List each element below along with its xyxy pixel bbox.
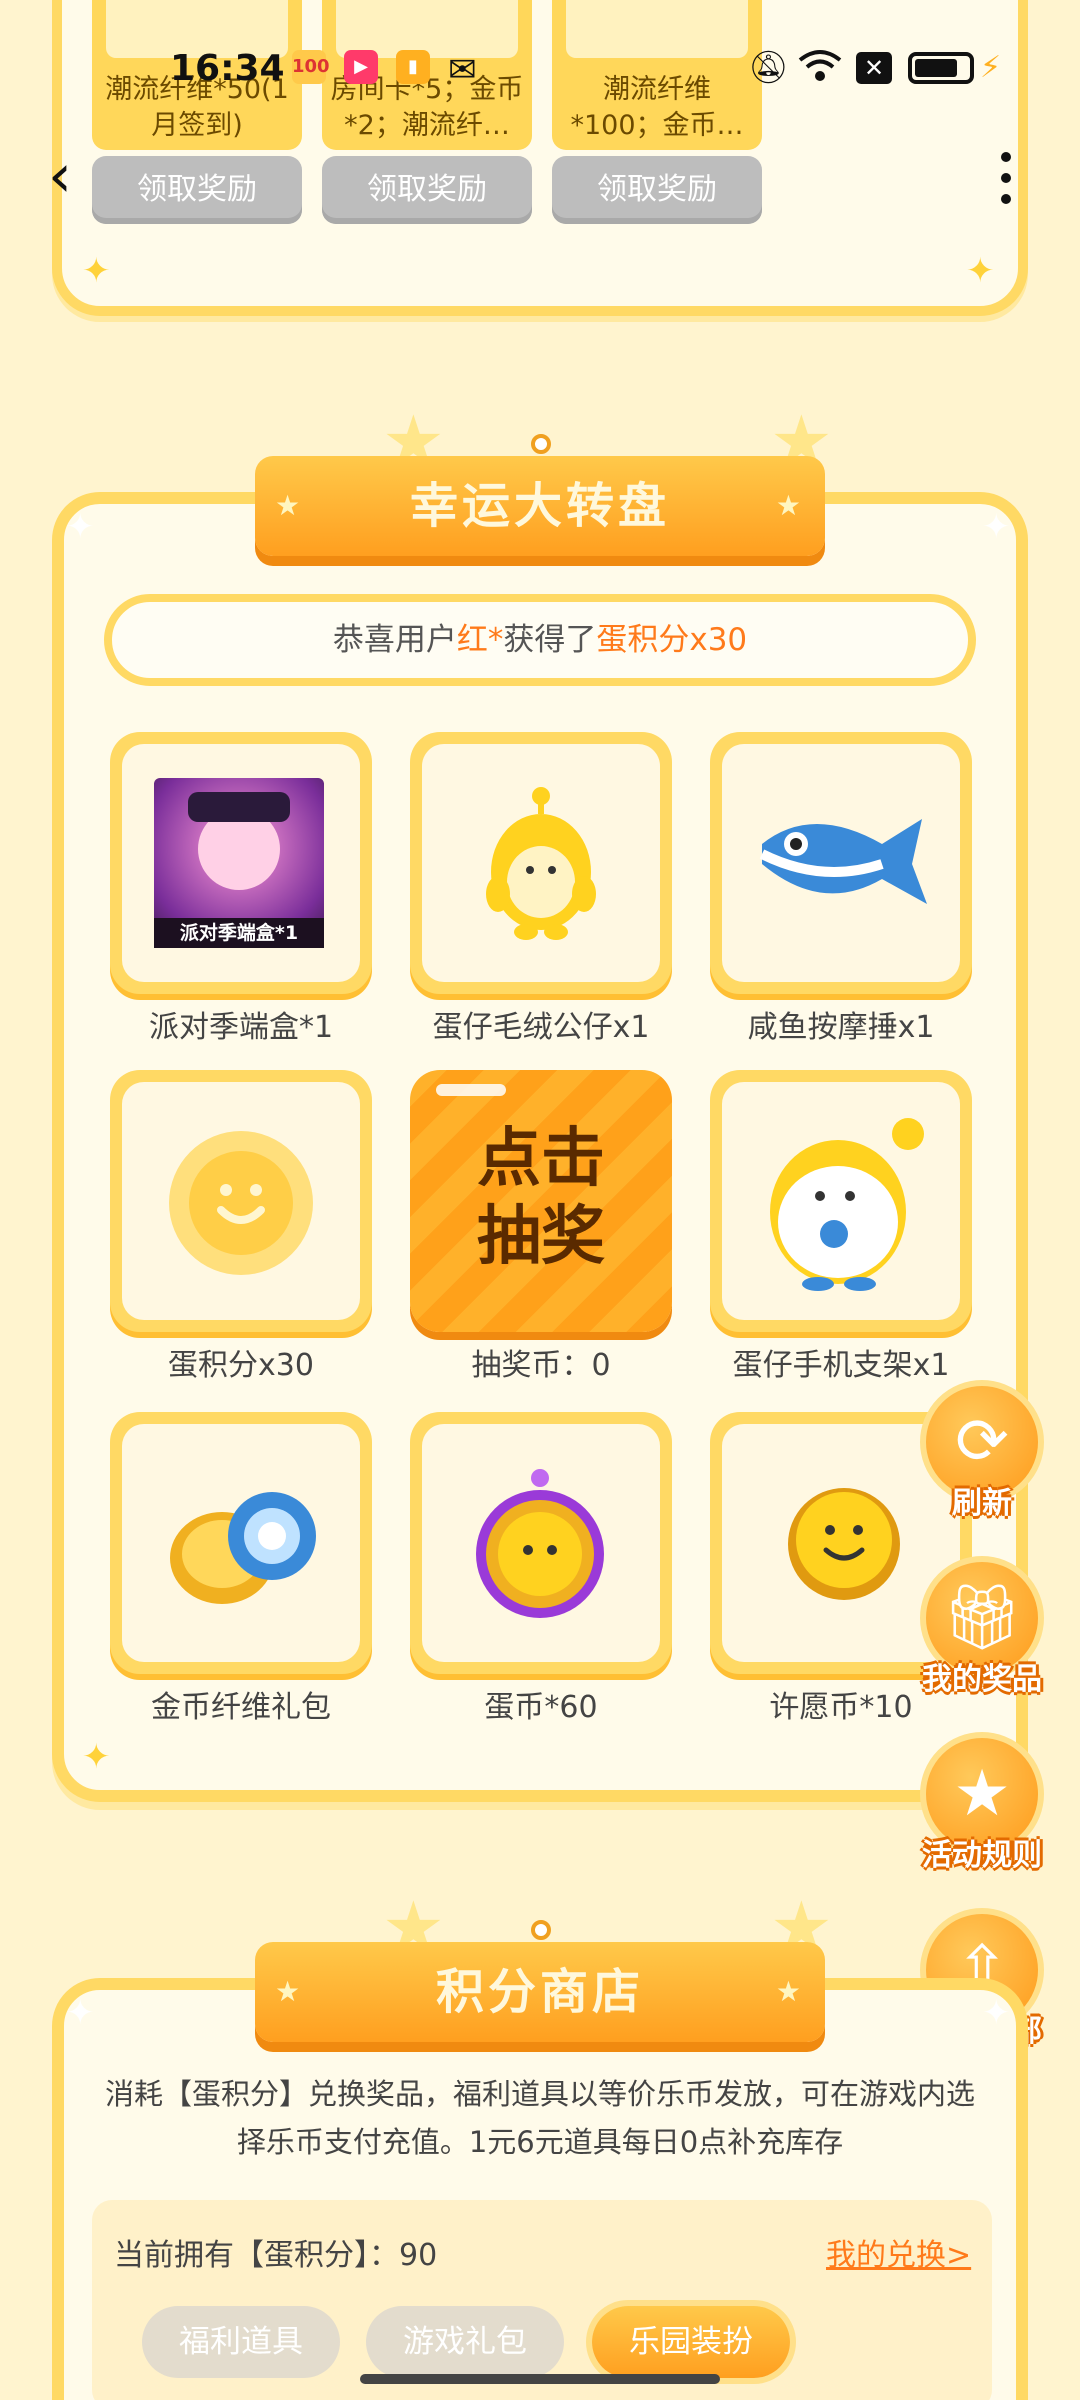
- reward-item: 潮流纤维*100；金币… 领取奖励: [552, 0, 762, 224]
- status-time: 16:34: [170, 48, 285, 89]
- egg-points-coin-image: [169, 1131, 313, 1275]
- prize-slot: [410, 732, 672, 994]
- back-arrow-icon[interactable]: ‹: [48, 146, 72, 206]
- charging-icon: ⚡: [980, 50, 1002, 85]
- prize-slot: [110, 1412, 372, 1674]
- winner-announcement: 恭喜用户红*获得了蛋积分x30: [104, 594, 976, 686]
- phone-stand-image: [770, 1118, 924, 1291]
- star-icon: ★: [775, 489, 805, 522]
- prize-label: 咸鱼按摩捶x1: [747, 1010, 935, 1045]
- more-menu-icon[interactable]: [996, 152, 1016, 212]
- shop-description: 消耗【蛋积分】兑换奖品，福利道具以等价乐币发放，可在游戏内选择乐币支付充值。1元…: [104, 2077, 975, 2159]
- current-points: 当前拥有【蛋积分】：90: [114, 2238, 438, 2273]
- prize-slot: 派对季端盒*1: [110, 732, 372, 994]
- sim-icon: ✕: [856, 52, 892, 84]
- party-box-image: 派对季端盒*1: [154, 778, 324, 948]
- sparkle-icon: ✦: [966, 251, 995, 291]
- wechat-icon: ✉: [448, 50, 477, 90]
- prize-label: 蛋币*60: [484, 1690, 598, 1725]
- draw-button[interactable]: 点击 抽奖: [410, 1070, 672, 1332]
- app-notification-icon: 100: [292, 50, 330, 84]
- wish-coin-image: [788, 1488, 900, 1600]
- video-app-icon: ▶: [344, 50, 378, 84]
- reward-item: 房间卡*5；金币*2；潮流纤… 领取奖励: [322, 0, 532, 224]
- winner-prize: 蛋积分x30: [596, 622, 748, 658]
- reward-item: 潮流纤维*50(1月签到) 领取奖励: [92, 0, 302, 224]
- tab-welfare-items[interactable]: 福利道具: [142, 2306, 340, 2378]
- prize-label: 金币纤维礼包: [151, 1690, 331, 1725]
- sparkle-icon: ✦: [66, 1993, 95, 2033]
- sparkle-icon: ✦: [982, 507, 1011, 547]
- wifi-icon: [798, 48, 842, 92]
- prize-label: 蛋仔手机支架x1: [732, 1348, 950, 1383]
- prize-label: 蛋积分x30: [168, 1348, 314, 1383]
- wheel-title-ribbon: ★ 幸运大转盘 ★: [255, 434, 825, 556]
- claim-reward-button[interactable]: 领取奖励: [322, 156, 532, 224]
- winner-user: 红*: [456, 622, 504, 658]
- sparkle-icon: ✦: [982, 1993, 1011, 2033]
- coin-fiber-pack-image: [170, 1492, 316, 1604]
- refresh-button[interactable]: ⟳ 刷新: [912, 1380, 1052, 1522]
- prize-slot: [710, 1070, 972, 1332]
- my-prizes-button[interactable]: 🎁︎ 我的奖品: [912, 1556, 1052, 1698]
- prize-slot: [410, 1412, 672, 1674]
- shop-title: 积分商店: [435, 1964, 644, 2020]
- prize-label: 蛋仔毛绒公仔x1: [432, 1010, 650, 1045]
- draw-coin-count: 抽奖币：0: [471, 1348, 611, 1383]
- prize-label: 派对季端盒*1: [148, 1010, 334, 1045]
- sparkle-icon: ✦: [82, 251, 111, 291]
- draw-text-line1: 点击: [477, 1122, 605, 1196]
- activity-rules-button[interactable]: ★ 活动规则: [912, 1732, 1052, 1874]
- home-indicator[interactable]: [360, 2374, 720, 2384]
- tab-game-packs[interactable]: 游戏礼包: [366, 2306, 564, 2378]
- sparkle-icon: ✦: [82, 1737, 111, 1777]
- star-icon: ★: [775, 1975, 805, 2008]
- mute-icon: 🔕︎: [748, 48, 789, 86]
- reward-label: 潮流纤维*100；金币…: [570, 74, 744, 141]
- sparkle-icon: ✦: [66, 507, 95, 547]
- egg-plush-image: [486, 787, 596, 940]
- star-icon: ★: [275, 489, 305, 522]
- draw-text-line2: 抽奖: [477, 1200, 605, 1274]
- prize-slot: [110, 1070, 372, 1332]
- reader-app-icon: ▮: [396, 50, 430, 84]
- salted-fish-image: [759, 819, 927, 904]
- prize-slot: [710, 732, 972, 994]
- shop-title-ribbon: ★ 积分商店 ★: [255, 1920, 825, 2042]
- claim-reward-button[interactable]: 领取奖励: [552, 156, 762, 224]
- claim-reward-button[interactable]: 领取奖励: [92, 156, 302, 224]
- wheel-title: 幸运大转盘: [409, 478, 670, 534]
- my-exchange-link[interactable]: 我的兑换>: [826, 2230, 971, 2274]
- tab-park-decor[interactable]: 乐园装扮: [592, 2306, 790, 2378]
- star-icon: ★: [275, 1975, 305, 2008]
- egg-coin-image: [476, 1469, 604, 1618]
- prize-image-caption: 派对季端盒*1: [154, 918, 324, 948]
- battery-icon: [908, 52, 974, 84]
